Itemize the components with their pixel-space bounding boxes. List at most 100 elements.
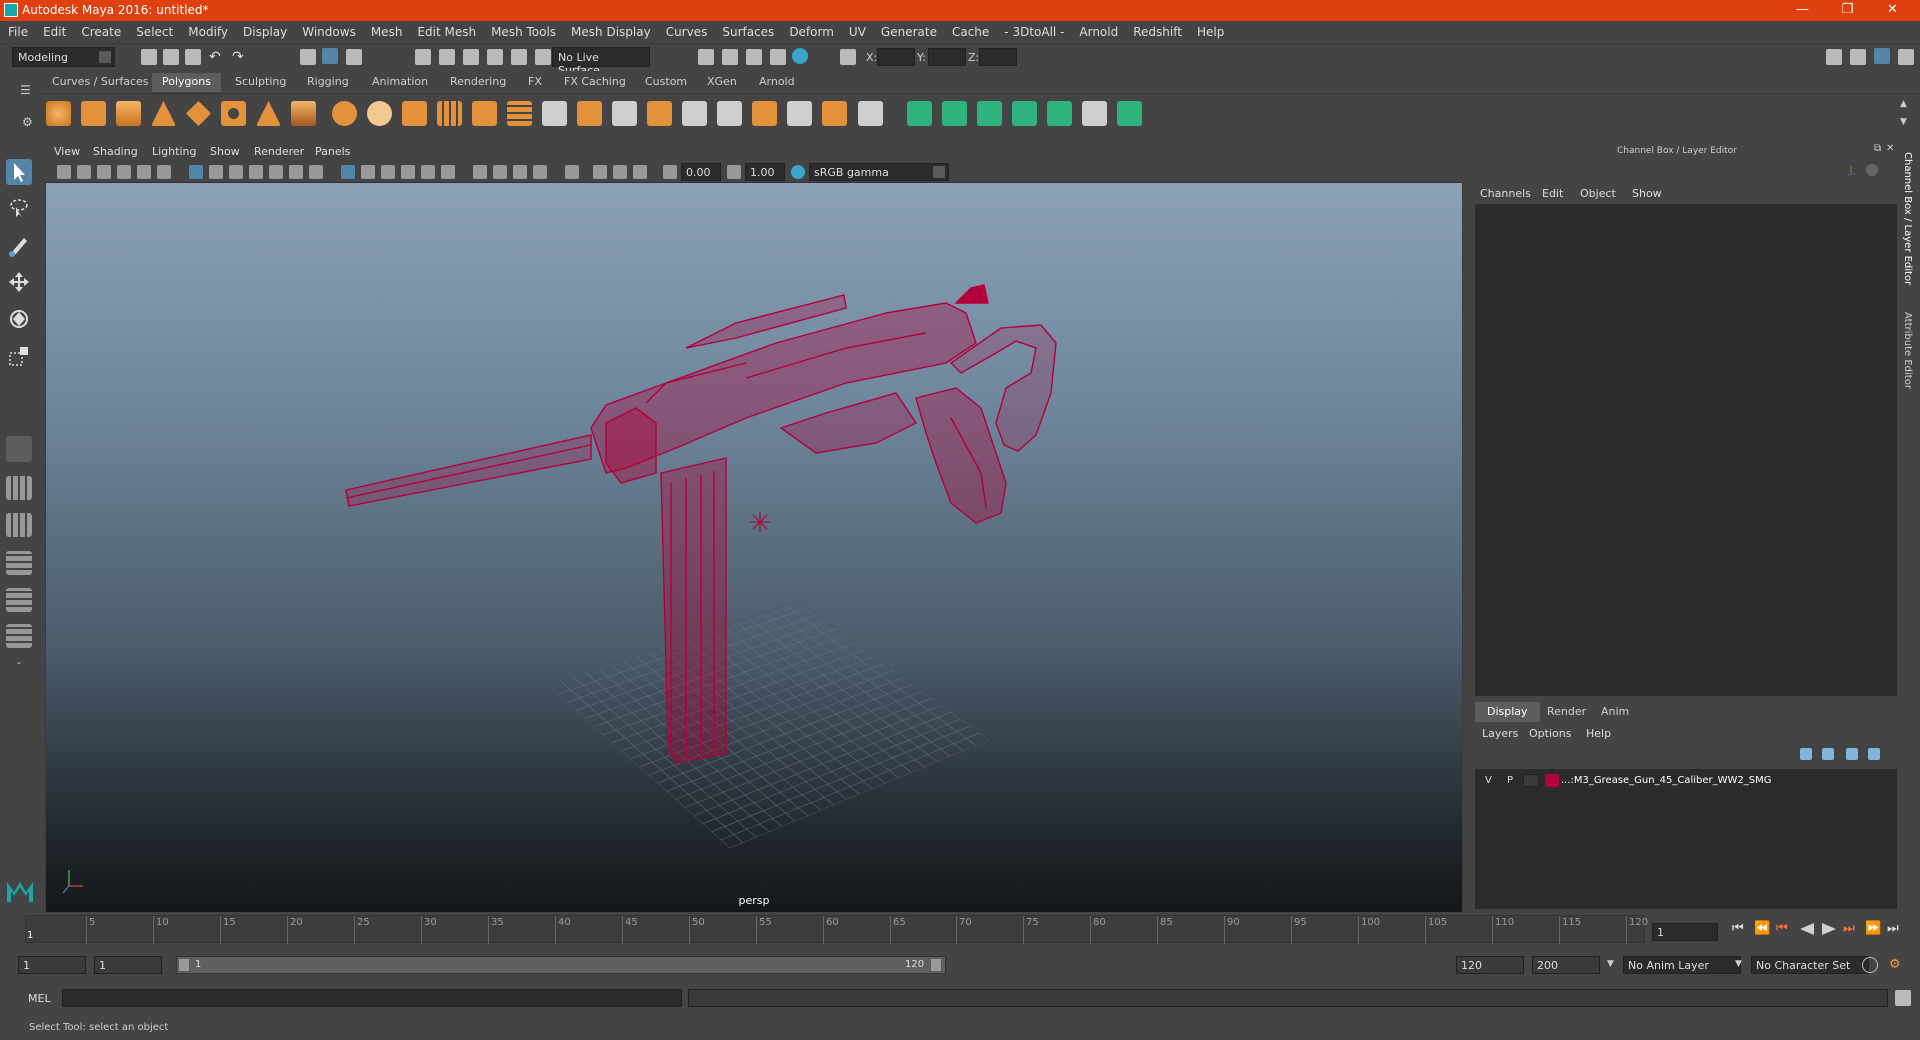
shelf-tab-animation[interactable]: Animation — [362, 73, 438, 92]
menu-deform[interactable]: Deform — [781, 21, 841, 39]
shelf-tab-sculpting[interactable]: Sculpting — [225, 73, 296, 92]
menu-arnold[interactable]: Arnold — [1071, 21, 1125, 39]
menu-mesh-display[interactable]: Mesh Display — [563, 21, 658, 39]
snap-to-point-icon[interactable] — [463, 49, 479, 65]
menu-display[interactable]: Display — [235, 21, 294, 39]
use-all-lights-icon[interactable] — [441, 165, 455, 179]
view-transform-dropdown[interactable]: sRGB gamma — [809, 163, 949, 181]
extrude-icon[interactable] — [577, 101, 602, 126]
menu-create[interactable]: Create — [73, 21, 128, 39]
live-surface-field[interactable]: No Live Surface — [552, 47, 650, 77]
menu-3dtoall[interactable]: - 3DtoAll - — [996, 21, 1071, 39]
exposure-icon[interactable] — [663, 165, 677, 179]
smooth-icon[interactable] — [437, 101, 462, 126]
poly-cube-icon[interactable] — [81, 101, 106, 126]
viewport-menu-show[interactable]: Show — [210, 145, 240, 158]
menu-file[interactable]: File — [0, 21, 35, 39]
select-by-component-icon[interactable] — [346, 49, 362, 65]
automatic-mapping-icon[interactable] — [1012, 101, 1037, 126]
new-scene-icon[interactable] — [141, 49, 157, 65]
poly-sphere-icon[interactable] — [46, 101, 71, 126]
hypershade-layout-icon[interactable] — [6, 588, 32, 612]
channel-box-menu-channels[interactable]: Channels — [1480, 187, 1531, 200]
snap-to-view-plane-icon[interactable] — [487, 49, 503, 65]
grid-toggle-icon[interactable] — [189, 165, 203, 179]
close-panel-icon[interactable]: ✕ — [1886, 143, 1894, 154]
mode-dropdown[interactable]: Modeling — [12, 47, 115, 67]
snap-to-grid-icon[interactable] — [415, 49, 431, 65]
unfold-icon[interactable] — [1117, 101, 1142, 126]
average-vertices-icon[interactable] — [507, 101, 532, 126]
poly-pyramid-icon[interactable] — [256, 101, 281, 126]
gamma-field[interactable]: 1.00 — [745, 163, 785, 181]
exposure-field[interactable]: 0.00 — [681, 163, 721, 181]
z-field[interactable] — [979, 48, 1017, 66]
multi-cut-icon[interactable] — [682, 101, 707, 126]
chevron-down-icon[interactable]: ▼ — [1607, 959, 1614, 969]
layer-visibility-toggle[interactable]: V — [1485, 775, 1492, 786]
auto-key-icon[interactable] — [1862, 957, 1878, 973]
shelf-tab-rendering[interactable]: Rendering — [440, 73, 516, 92]
menu-select[interactable]: Select — [128, 21, 180, 39]
move-tool-icon[interactable] — [6, 269, 32, 295]
snap-together-icon[interactable] — [535, 49, 551, 65]
gate-mask-icon[interactable] — [249, 165, 263, 179]
layer-name[interactable]: ...:M3_Grease_Gun_45_Caliber_WW2_SMG — [1561, 775, 1771, 786]
uv-editor-icon[interactable] — [1047, 101, 1072, 126]
go-to-end-icon[interactable]: ⏭ — [1887, 921, 1899, 936]
shelf-tab-fx-caching[interactable]: FX Caching — [554, 73, 636, 92]
menu-cache[interactable]: Cache — [944, 21, 996, 39]
viewport-menu-shading[interactable]: Shading — [93, 145, 138, 158]
default-material-icon[interactable] — [381, 165, 395, 179]
shelf-tab-polygons[interactable]: Polygons — [152, 73, 221, 92]
range-bar[interactable]: 1 120 — [176, 956, 946, 974]
combine-icon[interactable] — [332, 101, 357, 126]
current-frame-field[interactable]: 1 — [1652, 923, 1718, 941]
step-forward-frame-icon[interactable]: ⏩ — [1865, 921, 1881, 936]
motion-blur-icon[interactable] — [513, 165, 527, 179]
layer-row[interactable]: V P ...:M3_Grease_Gun_45_Caliber_WW2_SMG — [1479, 773, 1891, 789]
bevel-icon[interactable] — [647, 101, 672, 126]
layer-display-type[interactable] — [1523, 774, 1539, 787]
lasso-tool-icon[interactable] — [6, 195, 32, 221]
spherical-mapping-icon[interactable] — [977, 101, 1002, 126]
menu-windows[interactable]: Windows — [294, 21, 363, 39]
bridge-icon[interactable] — [542, 101, 567, 126]
smooth-shade-icon[interactable] — [361, 165, 375, 179]
shadows-icon[interactable] — [473, 165, 487, 179]
viewport-menu-view[interactable]: View — [54, 145, 80, 158]
single-perspective-layout-icon[interactable] — [6, 436, 32, 462]
shelf-scroll-down-icon[interactable]: ▼ — [1900, 117, 1907, 127]
x-ray-icon[interactable] — [593, 165, 607, 179]
film-gate-icon[interactable] — [209, 165, 223, 179]
select-camera-icon[interactable] — [57, 165, 71, 179]
persp-graph-layout-icon[interactable] — [6, 551, 32, 575]
render-settings-icon[interactable] — [770, 49, 786, 65]
character-set-dropdown[interactable]: No Character Set — [1751, 956, 1869, 974]
x-ray-joints-icon[interactable] — [633, 165, 647, 179]
camera-attributes-icon[interactable] — [77, 165, 91, 179]
layer-tab-anim[interactable]: Anim — [1589, 702, 1641, 722]
extract-icon[interactable] — [402, 101, 427, 126]
shelf-tab-custom[interactable]: Custom — [635, 73, 697, 92]
hypershade-icon[interactable] — [792, 48, 808, 64]
redo-icon[interactable]: ↷ — [232, 49, 248, 65]
minimize-icon[interactable]: — — [1780, 0, 1825, 21]
menu-edit-mesh[interactable]: Edit Mesh — [409, 21, 483, 39]
quadrangulate-icon[interactable] — [858, 101, 883, 126]
select-by-object-icon[interactable] — [322, 48, 338, 64]
layer-menu-layers[interactable]: Layers — [1482, 727, 1518, 740]
m3-grease-gun-wireframe[interactable] — [345, 284, 1057, 764]
new-layer-selected-icon[interactable] — [1868, 748, 1880, 760]
playback-start-field[interactable]: 1 — [94, 956, 162, 974]
layer-tab-display[interactable]: Display — [1475, 702, 1540, 722]
viewport-menu-lighting[interactable]: Lighting — [152, 145, 196, 158]
tool-settings-toggle-icon[interactable] — [1898, 49, 1914, 65]
target-weld-icon[interactable] — [717, 101, 742, 126]
menu-surfaces[interactable]: Surfaces — [714, 21, 781, 39]
shelf-tab-curves-surfaces[interactable]: Curves / Surfaces — [42, 73, 159, 92]
move-layer-up-icon[interactable] — [1800, 748, 1812, 760]
menu-generate[interactable]: Generate — [873, 21, 944, 39]
safe-action-icon[interactable] — [289, 165, 303, 179]
chevron-down-icon[interactable]: ▼ — [1735, 959, 1742, 969]
